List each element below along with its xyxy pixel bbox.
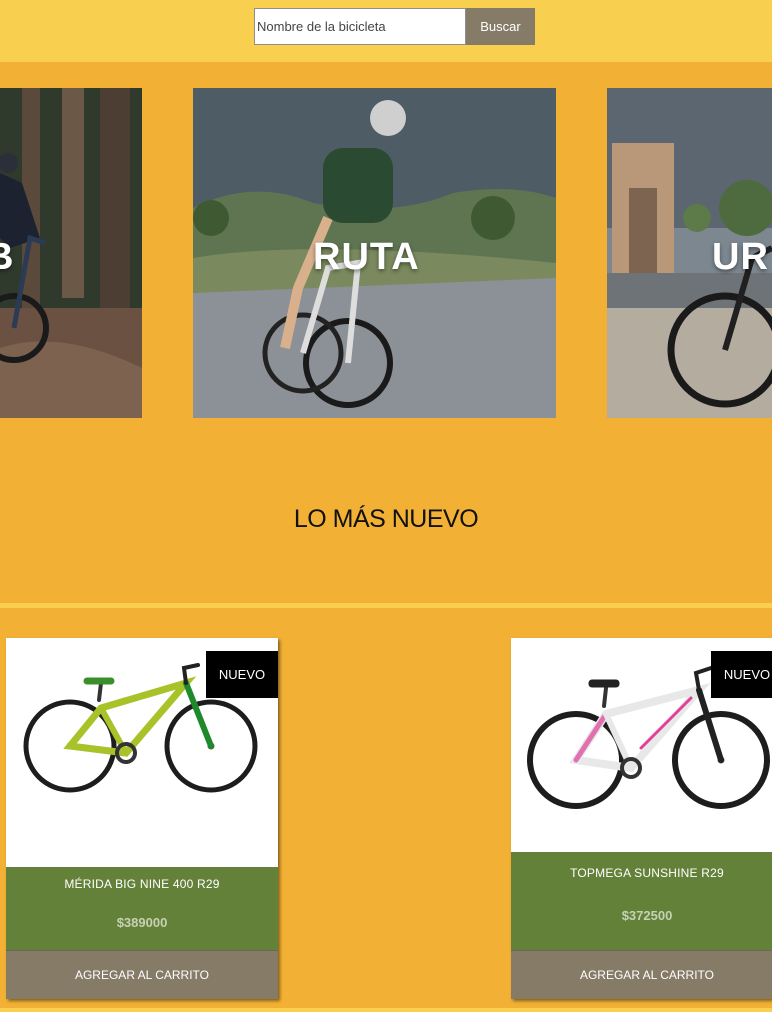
category-card-mtb[interactable]: B xyxy=(0,88,142,418)
add-to-cart-button[interactable]: AGREGAR AL CARRITO xyxy=(511,950,772,999)
product-card[interactable]: NUEVO TOPMEGA SUNSHINE R29 $372500 AGREG… xyxy=(511,638,772,999)
mtb-photo xyxy=(0,88,142,418)
product-card[interactable]: NUEVO MÉRIDA BIG NINE 400 R29 $389000 AG… xyxy=(6,638,278,999)
section-title: LO MÁS NUEVO xyxy=(293,505,479,533)
new-badge: NUEVO xyxy=(711,651,772,698)
product-price: $389000 xyxy=(116,915,168,930)
search-input[interactable] xyxy=(254,8,466,45)
category-label: UR xyxy=(712,236,769,278)
category-label: B xyxy=(0,236,14,279)
section-divider xyxy=(0,603,772,608)
header-bar: Buscar xyxy=(0,0,772,62)
add-to-cart-button[interactable]: AGREGAR AL CARRITO xyxy=(6,950,278,999)
category-card-urbana[interactable]: UR xyxy=(607,88,772,418)
product-name: MÉRIDA BIG NINE 400 R29 xyxy=(64,877,220,891)
product-name: TOPMEGA SUNSHINE R29 xyxy=(570,866,724,880)
category-label: RUTA xyxy=(313,236,420,278)
product-price: $372500 xyxy=(621,908,673,923)
search-button[interactable]: Buscar xyxy=(466,8,535,45)
bottom-divider xyxy=(0,1008,772,1012)
product-info: TOPMEGA SUNSHINE R29 $372500 xyxy=(511,852,772,950)
product-info: MÉRIDA BIG NINE 400 R29 $389000 xyxy=(6,867,278,950)
category-card-ruta[interactable]: RUTA xyxy=(193,88,556,418)
new-badge: NUEVO xyxy=(206,651,278,698)
